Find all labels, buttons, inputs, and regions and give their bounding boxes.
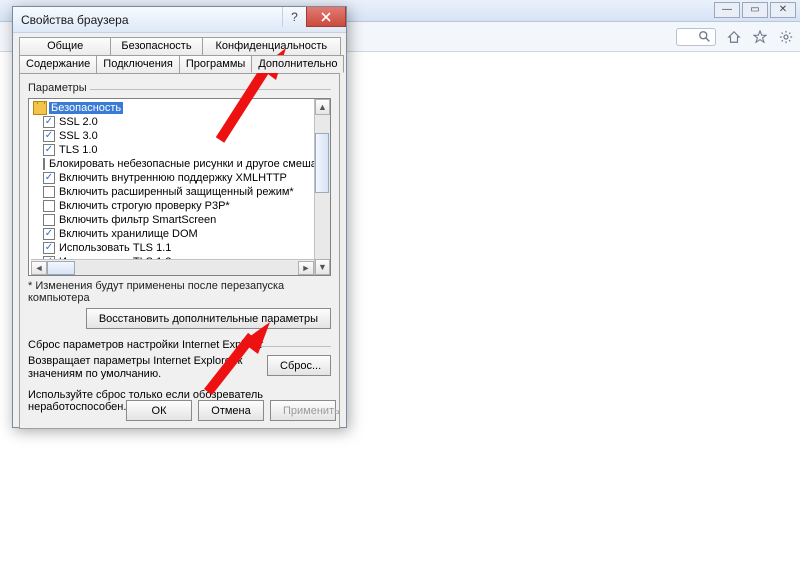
category-security[interactable]: Безопасность [31,101,314,115]
gear-icon[interactable] [778,29,794,45]
window-minimize-button[interactable]: — [714,2,740,18]
dialog-help-button[interactable]: ? [282,7,306,27]
star-icon[interactable] [752,29,768,45]
advanced-panel: Параметры Безопасность SSL 2.0 SSL 3.0 TLS… [19,73,340,429]
setting-item[interactable]: SSL 3.0 [31,129,314,143]
checkbox[interactable] [43,228,55,240]
checkbox[interactable] [43,214,55,226]
window-maximize-button[interactable]: ▭ [742,2,768,18]
checkbox[interactable] [43,256,55,259]
setting-label: Включить хранилище DOM [59,228,198,240]
scroll-up-arrow-icon[interactable]: ▲ [315,99,330,115]
setting-label: Включить расширенный защищенный режим* [59,186,294,198]
internet-options-dialog: Свойства браузера ? Общие Безопасность К… [12,6,347,428]
settings-tree: Безопасность SSL 2.0 SSL 3.0 TLS 1.0 Блокир… [28,98,331,276]
tab-content[interactable]: Содержание [19,55,97,73]
checkbox[interactable] [43,242,55,254]
checkbox[interactable] [43,200,55,212]
vscroll-thumb[interactable] [315,133,329,193]
setting-item[interactable]: SSL 2.0 [31,115,314,129]
setting-label: SSL 3.0 [59,130,98,142]
window-close-button[interactable]: ✕ [770,2,796,18]
tab-general[interactable]: Общие [19,37,111,55]
checkbox[interactable] [43,186,55,198]
setting-label: Включить фильтр SmartScreen [59,214,216,226]
setting-item[interactable]: TLS 1.0 [31,143,314,157]
tab-connections[interactable]: Подключения [96,55,180,73]
setting-item[interactable]: Включить внутреннюю поддержку XMLHTTP [31,171,314,185]
scroll-left-arrow-icon[interactable]: ◄ [31,261,47,275]
setting-label: SSL 2.0 [59,116,98,128]
dialog-titlebar[interactable]: Свойства браузера ? [13,7,346,33]
setting-item[interactable]: Включить фильтр SmartScreen [31,213,314,227]
checkbox[interactable] [43,172,55,184]
setting-label: Включить внутреннюю поддержку XMLHTTP [59,172,287,184]
checkbox[interactable] [43,130,55,142]
setting-item[interactable]: Включить хранилище DOM [31,227,314,241]
search-box[interactable] [676,28,716,46]
scroll-down-arrow-icon[interactable]: ▼ [315,259,330,275]
restore-advanced-button[interactable]: Восстановить дополнительные параметры [86,308,331,329]
checkbox[interactable] [43,116,55,128]
setting-item[interactable]: Использовать TLS 1.1 [31,241,314,255]
checkbox[interactable] [43,144,55,156]
tab-row-2: Содержание Подключения Программы Дополни… [19,55,340,73]
scroll-right-arrow-icon[interactable]: ► [298,261,314,275]
setting-label: Использовать TLS 1.2 [59,256,171,259]
setting-item[interactable]: Включить расширенный защищенный режим* [31,185,314,199]
setting-item[interactable]: Блокировать небезопасные рисунки и друго… [31,157,314,171]
setting-label: TLS 1.0 [59,144,98,156]
horizontal-scrollbar[interactable]: ◄ ► [31,259,314,275]
cancel-button[interactable]: Отмена [198,400,264,421]
close-icon [321,12,331,22]
setting-item[interactable]: Включить строгую проверку P3P* [31,199,314,213]
tab-privacy[interactable]: Конфиденциальность [202,37,341,55]
apply-button[interactable]: Применить [270,400,336,421]
tab-row-1: Общие Безопасность Конфиденциальность [19,37,340,55]
reset-button[interactable]: Сброс... [267,355,331,376]
dialog-close-button[interactable] [306,7,346,27]
tab-security[interactable]: Безопасность [110,37,202,55]
restart-note: * Изменения будут применены после переза… [28,280,331,304]
setting-label: Блокировать небезопасные рисунки и друго… [49,158,314,170]
tab-programs[interactable]: Программы [179,55,252,73]
checkbox[interactable] [43,158,45,170]
home-icon[interactable] [726,29,742,45]
dialog-title: Свойства браузера [21,13,129,27]
hscroll-thumb[interactable] [47,261,75,275]
lock-icon [33,101,47,115]
category-label: Безопасность [49,102,123,114]
settings-fieldset-label: Параметры [28,82,331,94]
reset-section-label: Сброс параметров настройки Internet Expl… [28,339,331,351]
tab-advanced[interactable]: Дополнительно [251,55,344,73]
reset-description: Возвращает параметры Internet Explorer к… [28,355,261,381]
setting-label: Включить строгую проверку P3P* [59,200,230,212]
search-icon [697,29,713,45]
ok-button[interactable]: ОК [126,400,192,421]
setting-label: Использовать TLS 1.1 [59,242,171,254]
vertical-scrollbar[interactable]: ▲ ▼ [314,99,330,275]
